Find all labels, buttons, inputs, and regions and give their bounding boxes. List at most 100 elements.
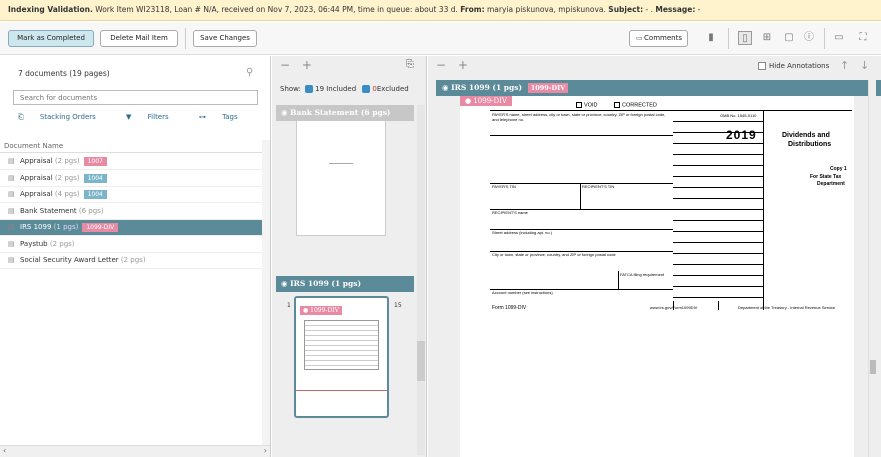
document-icon: ▤ xyxy=(8,256,15,264)
selected-page-thumbnail[interactable]: ● 1099-DIV xyxy=(294,296,389,418)
form-url: www.irs.gov/Form1099DIV xyxy=(650,305,698,310)
document-page[interactable]: ● 1099-DIV VOID CORRECTED PAYER'S name, … xyxy=(460,96,854,457)
payer-tin-label: PAYER'S TIN xyxy=(492,184,516,189)
document-name: Appraisal xyxy=(20,157,53,165)
delete-mail-button[interactable]: Delete Mail Item xyxy=(100,30,178,47)
page-down-icon[interactable]: ↓ xyxy=(860,59,869,72)
viewer-scrollbar[interactable] xyxy=(868,80,876,457)
zoom-out-icon[interactable]: − xyxy=(436,58,446,72)
page-up-icon[interactable]: ↑ xyxy=(840,59,849,72)
document-name: Paystub xyxy=(20,239,48,248)
document-search-input[interactable] xyxy=(13,90,258,105)
scrollbar-thumb[interactable] xyxy=(417,341,425,381)
corrected-checkbox xyxy=(614,102,620,108)
document-header[interactable]: ◉ IRS 1099 (1 pgs) 1099-DIV xyxy=(436,80,881,96)
divider xyxy=(185,28,186,49)
collapse-icon[interactable]: − xyxy=(280,58,290,72)
comments-button[interactable]: ▭ Comments xyxy=(629,30,688,47)
tags-link[interactable]: ⊶ Tags xyxy=(199,113,252,121)
filters-label: Filters xyxy=(147,113,169,121)
fullscreen-icon[interactable]: ⛶ xyxy=(856,31,870,45)
document-row[interactable]: ▤ Paystub (2 pgs) xyxy=(0,237,262,253)
group-header-bank-statement[interactable]: ◉ Bank Statement (6 pgs) xyxy=(276,105,414,121)
irs-1099-div-form: VOID CORRECTED PAYER'S name, street addr… xyxy=(490,102,852,317)
filter-icon: ▼ xyxy=(126,113,134,121)
document-pages: (1 pgs) xyxy=(53,223,79,231)
document-icon: ▤ xyxy=(8,157,15,165)
document-header-label: IRS 1099 (1 pgs) xyxy=(451,83,523,92)
group-header-irs-1099[interactable]: ◉ IRS 1099 (1 pgs) xyxy=(276,276,414,292)
document-icon: ▤ xyxy=(8,173,15,182)
document-row[interactable]: ▤ Bank Statement (6 pgs) xyxy=(0,204,262,220)
group-dot-icon: ◉ xyxy=(281,279,291,288)
page-number-right: 15 xyxy=(394,302,402,309)
page-view-icon[interactable]: ▢ xyxy=(782,31,796,45)
void-label: VOID xyxy=(584,102,598,109)
column-header-document-name[interactable]: Document Name xyxy=(0,140,270,153)
page-badge-label: 1099-DIV xyxy=(473,97,507,105)
thumbnail-text-line xyxy=(329,163,353,164)
horizontal-scrollbar[interactable]: ‹ › xyxy=(0,445,270,457)
city-label: City or town, state or province, country… xyxy=(492,252,616,257)
street-label: Street address (including apt. no.) xyxy=(492,230,553,235)
page-number: 1 xyxy=(287,302,291,309)
recipient-tin-label: RECIPIENT'S TIN xyxy=(582,184,615,189)
document-row[interactable]: ▤ Appraisal (4 pgs) 1004 xyxy=(0,187,262,203)
thumbnail-form xyxy=(304,320,379,370)
scroll-left-icon[interactable]: ‹ xyxy=(3,446,6,455)
document-name: Appraisal xyxy=(20,190,53,198)
page-annotation-badge[interactable]: ● 1099-DIV xyxy=(460,96,512,106)
excluded-checkbox[interactable] xyxy=(362,85,371,93)
void-checkbox xyxy=(576,102,582,108)
grid-view-icon[interactable]: ⊞ xyxy=(760,31,774,45)
split-icon[interactable]: ⎘ xyxy=(406,59,414,70)
copy-dest-line1: For State Tax xyxy=(810,174,842,180)
document-row[interactable]: ▤ Appraisal (2 pgs) 1007 xyxy=(0,154,262,170)
stacking-orders-link[interactable]: ⎗ Stacking Orders xyxy=(18,113,110,121)
document-badge: 1099-DIV xyxy=(82,223,119,232)
document-list-panel: 7 documents (19 pages) ⚲ ⎗ Stacking Orde… xyxy=(0,56,271,457)
work-item-info: Work Item WI23118, Loan # N/A, received … xyxy=(92,5,461,14)
included-checkbox[interactable] xyxy=(305,85,314,93)
hide-annotations-label: Hide Annotations xyxy=(769,62,830,70)
info-icon[interactable]: ⓘ xyxy=(802,31,816,45)
document-icon: ▤ xyxy=(8,239,15,248)
list-scrollbar[interactable] xyxy=(262,140,270,445)
document-pages: (2 pgs) xyxy=(120,256,146,264)
document-row[interactable]: ▤ IRS 1099 (1 pgs) 1099-DIV xyxy=(0,220,262,236)
document-icon: ▤ xyxy=(8,223,15,231)
hide-annotations-toggle[interactable]: Hide Annotations xyxy=(758,62,829,70)
thumbnail-scrollbar[interactable] xyxy=(417,105,425,455)
document-pages: (2 pgs) xyxy=(54,173,80,182)
marker-icon[interactable]: ▮ xyxy=(704,31,718,45)
omb-number: OMB No. 1545-0110 xyxy=(720,113,757,118)
split-view-icon[interactable]: ▭ xyxy=(832,31,846,45)
subject-label: Subject: xyxy=(608,5,644,14)
page-thumbnail[interactable] xyxy=(296,121,386,236)
document-name: IRS 1099 xyxy=(20,223,52,231)
subject-value: - . xyxy=(643,5,656,14)
expand-icon[interactable]: + xyxy=(302,58,312,72)
account-label: Account number (see instructions) xyxy=(492,290,553,295)
document-row[interactable]: ▤ Appraisal (2 pgs) 1004 xyxy=(0,171,262,187)
toolbar: Mark as Completed Delete Mail Item Save … xyxy=(0,22,881,55)
save-changes-button[interactable]: Save Changes xyxy=(193,30,257,47)
show-label: Show: xyxy=(280,85,301,93)
payer-field-label: PAYER'S name, street address, city or to… xyxy=(492,112,666,122)
thumbnail-panel: − + ⎘ Show: 19 Included 0Excluded ◉ Bank… xyxy=(272,56,427,457)
form-title-line1: Dividends and xyxy=(782,132,830,139)
hide-annotations-checkbox[interactable] xyxy=(758,62,766,70)
viewer-scrollbar-thumb[interactable] xyxy=(870,360,876,374)
document-row[interactable]: ▤ Social Security Award Letter (2 pgs) xyxy=(0,253,262,269)
document-name: Appraisal xyxy=(20,173,53,182)
form-department: Department of the Treasury - Internal Re… xyxy=(738,305,836,310)
filters-link[interactable]: ▼ Filters xyxy=(126,113,183,121)
mark-completed-button[interactable]: Mark as Completed xyxy=(8,30,94,47)
thumbnail-badge: ● 1099-DIV xyxy=(300,306,342,315)
copy-dest-line2: Department xyxy=(817,181,845,187)
zoom-in-icon[interactable]: + xyxy=(458,58,468,72)
search-icon[interactable]: ⚲ xyxy=(246,67,253,78)
single-view-icon[interactable]: ▯ xyxy=(738,31,752,45)
scroll-right-icon[interactable]: › xyxy=(264,446,267,455)
included-label: 19 Included xyxy=(315,85,357,93)
